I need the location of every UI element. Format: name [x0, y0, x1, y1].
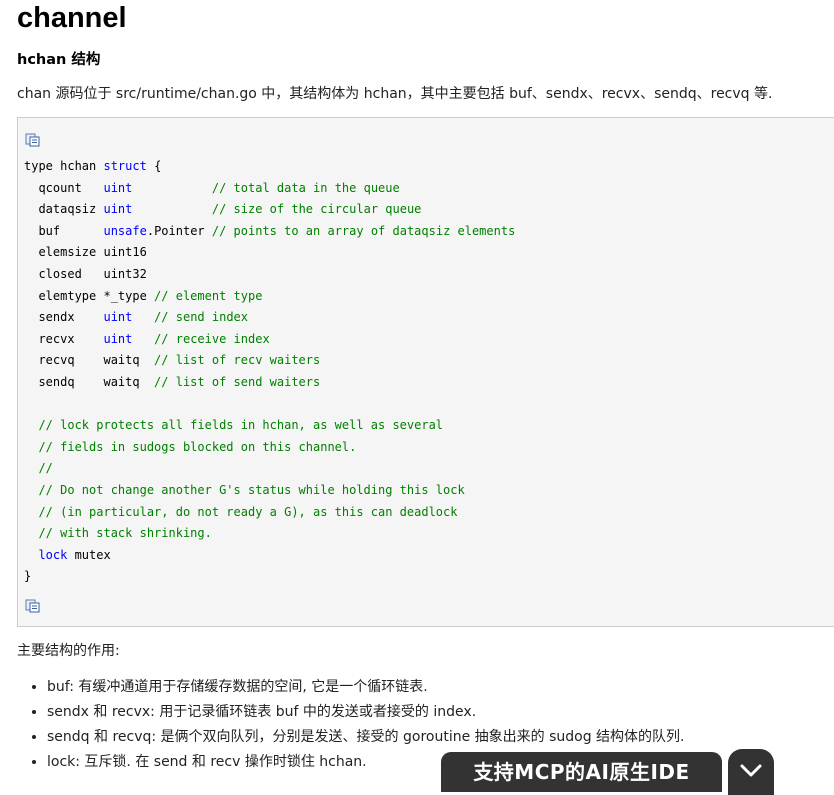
code-comment: // Do not change another G's status whil… — [38, 482, 465, 497]
code-text: qcount — [24, 180, 104, 195]
code-line: } — [24, 569, 31, 583]
code-text: sendq waitq — [24, 374, 155, 389]
page-title: channel — [17, 2, 127, 34]
code-text: { — [146, 159, 162, 173]
code-content: type hchan struct { qcount uint // total… — [24, 156, 515, 588]
code-text: .Pointer — [146, 223, 212, 238]
code-text: sendx — [24, 310, 104, 325]
code-text: type hchan — [24, 159, 104, 173]
code-line: buf unsafe.Pointer // points to an array… — [24, 224, 515, 238]
copy-code-icon[interactable] — [25, 132, 41, 147]
code-comment: // receive index — [154, 331, 270, 346]
code-line: qcount uint // total data in the queue — [24, 180, 400, 195]
code-line: sendx uint // send index — [24, 310, 248, 324]
code-comment: // fields in sudogs blocked on this chan… — [38, 439, 357, 454]
code-line: // with stack shrinking. — [24, 526, 212, 541]
code-comment: // element type — [154, 288, 263, 303]
code-keyword: uint — [103, 202, 133, 217]
code-keyword: uint — [103, 180, 133, 195]
code-line: elemtype *_type // element type — [24, 289, 262, 303]
code-line: closed uint32 — [24, 266, 147, 281]
structure-heading: 主要结构的作用: — [17, 643, 120, 659]
code-line: recvq waitq // list of recv waiters — [24, 353, 320, 367]
code-block: type hchan struct { qcount uint // total… — [17, 117, 834, 627]
chevron-down-icon — [740, 764, 762, 777]
code-line: // fields in sudogs blocked on this chan… — [24, 440, 356, 454]
code-comment: // — [38, 461, 53, 476]
ide-promo-banner[interactable]: 支持MCP的AI原生IDE — [441, 752, 722, 792]
code-keyword: struct — [103, 159, 147, 173]
code-line: recvx uint // receive index — [24, 331, 270, 346]
code-line: // (in particular, do not ready a G), as… — [24, 505, 457, 519]
code-comment: // (in particular, do not ready a G), as… — [38, 504, 458, 519]
copy-code-icon[interactable] — [25, 598, 41, 613]
code-comment: // total data in the queue — [211, 180, 400, 195]
code-text: mutex — [67, 547, 111, 562]
section-heading: hchan 结构 — [17, 52, 101, 68]
collapse-banner-button[interactable] — [728, 749, 774, 795]
code-keyword: unsafe — [103, 223, 147, 238]
code-line: elemsize uint16 — [24, 245, 147, 260]
list-item: buf: 有缓冲通道用于存储缓存数据的空间, 它是一个循环链表. — [47, 675, 834, 700]
code-keyword: lock — [38, 547, 68, 562]
code-text: elemsize uint16 — [24, 245, 147, 260]
code-line: dataqsiz uint // size of the circular qu… — [24, 202, 421, 216]
code-comment: // with stack shrinking. — [38, 526, 212, 541]
code-line: // — [24, 461, 53, 476]
intro-paragraph: chan 源码位于 src/runtime/chan.go 中，其结构体为 hc… — [17, 86, 773, 102]
code-text: dataqsiz — [24, 202, 104, 217]
code-line: // lock protects all fields in hchan, as… — [24, 418, 443, 432]
article: channel hchan 结构 chan 源码位于 src/runtime/c… — [17, 0, 834, 770]
code-comment: // size of the circular queue — [211, 202, 422, 217]
code-line: sendq waitq // list of send waiters — [24, 375, 320, 389]
code-comment: // list of recv waiters — [154, 353, 321, 368]
code-keyword: uint — [103, 310, 133, 325]
code-comment: // lock protects all fields in hchan, as… — [38, 418, 444, 433]
code-comment: // list of send waiters — [154, 374, 321, 389]
code-line: lock mutex — [24, 547, 111, 562]
code-text: buf — [24, 223, 104, 238]
code-text: } — [24, 569, 32, 584]
code-line: // Do not change another G's status whil… — [24, 482, 465, 497]
code-comment: // points to an array of dataqsiz elemen… — [211, 223, 516, 238]
code-comment: // send index — [154, 310, 248, 325]
code-keyword: uint — [103, 331, 133, 346]
list-item: sendx 和 recvx: 用于记录循环链表 buf 中的发送或者接受的 in… — [47, 700, 834, 725]
code-text: recvq waitq — [24, 353, 155, 368]
code-text: elemtype *_type — [24, 288, 155, 303]
code-text: recvx — [24, 331, 104, 346]
code-text: closed uint32 — [24, 266, 147, 281]
list-item: sendq 和 recvq: 是俩个双向队列，分别是发送、接受的 gorouti… — [47, 725, 834, 750]
code-line: type hchan struct { — [24, 159, 161, 173]
